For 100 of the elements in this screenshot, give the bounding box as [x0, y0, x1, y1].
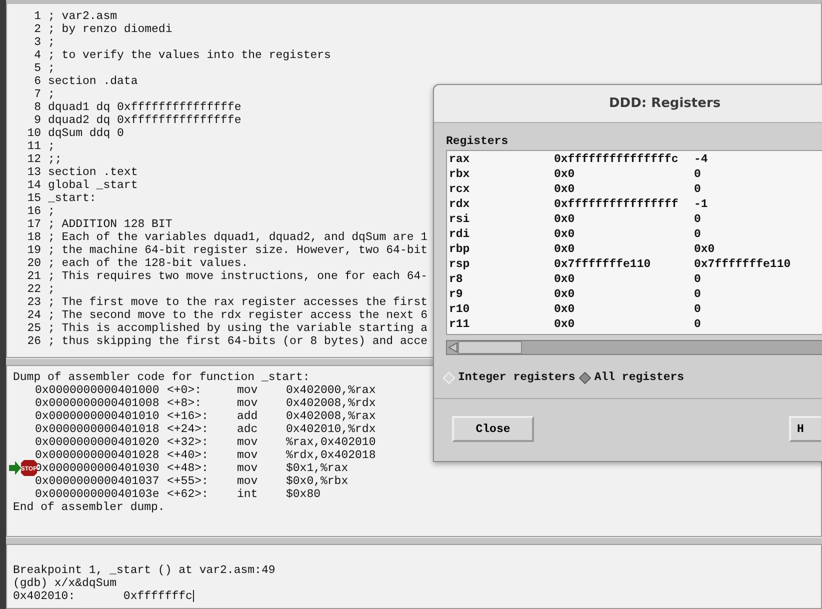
operand-text: %rax,0x402010: [286, 436, 376, 449]
register-value: 0xffffffffffffffff: [554, 197, 680, 212]
mnemonic-text: mov: [237, 436, 259, 449]
register-name: rdx: [449, 197, 471, 212]
line-number: 26: [26, 335, 42, 348]
address-text: 0x0000000000401028: [35, 449, 160, 462]
line-number: 18: [26, 231, 42, 244]
register-value: 0x0: [554, 242, 576, 257]
line-number: 13: [26, 166, 42, 179]
code-line: ; each of the 128-bit values.: [48, 257, 248, 270]
code-line: ;: [48, 62, 55, 75]
register-value: 0x0: [554, 227, 576, 242]
code-line: ; thus skipping the first 64-bits (or 8 bytes) and acce: [48, 335, 428, 348]
line-number: 17: [26, 218, 42, 231]
line-number: 12: [26, 153, 42, 166]
console-line: Breakpoint 1, _start () at var2.asm:49: [13, 564, 276, 577]
register-value: 0x0: [554, 317, 576, 332]
register-value: 0xfffffffffffffffc: [554, 152, 680, 167]
code-line: section .data: [48, 75, 138, 88]
line-number: 7: [33, 88, 42, 101]
dialog-button[interactable]: H: [789, 416, 821, 442]
operand-text: %rdx,0x402018: [286, 449, 376, 462]
offset-text: <+0>:: [167, 384, 203, 397]
code-line: ; to verify the values into the registers: [48, 49, 331, 62]
line-number: 2: [33, 23, 42, 36]
line-number: 1: [33, 10, 42, 23]
line-number: 8: [33, 101, 42, 114]
register-name: r10: [449, 302, 471, 317]
register-name: rsp: [449, 257, 471, 272]
offset-text: <+55>:: [167, 475, 210, 488]
mnemonic-text: mov: [237, 449, 259, 462]
mnemonic-text: mov: [237, 462, 259, 475]
line-number: 14: [26, 179, 42, 192]
register-name: r11: [449, 317, 471, 332]
code-line: ;: [48, 36, 55, 49]
radio-diamond-icon[interactable]: [579, 372, 592, 384]
close-button[interactable]: Close: [452, 416, 534, 442]
register-value: 0: [694, 182, 701, 197]
code-line: ; This requires two move instructions, one for each 64-: [48, 270, 428, 283]
offset-text: <+16>:: [167, 410, 210, 423]
register-value: 0x0: [554, 212, 576, 227]
assembler-header: Dump of assembler code for function _start:: [13, 371, 310, 384]
line-number: 5: [33, 62, 42, 75]
line-number: 24: [26, 309, 42, 322]
register-value: 0: [694, 317, 701, 332]
operand-text: $0x0,%rbx: [286, 475, 348, 488]
code-line: ;: [48, 283, 55, 296]
line-number: 23: [26, 296, 42, 309]
code-line: ;: [48, 140, 55, 153]
register-value: 0: [694, 227, 701, 242]
line-number: 4: [33, 49, 42, 62]
line-number: 20: [26, 257, 42, 270]
register-name: rdi: [449, 227, 471, 242]
mnemonic-text: adc: [237, 423, 259, 436]
address-text: 0x0000000000401037: [35, 475, 160, 488]
code-line: ; var2.asm: [48, 10, 118, 23]
code-line: ; the machine 64-bit register size. However, two 64-bit: [48, 244, 428, 257]
address-text: 0x0000000000401008: [35, 397, 160, 410]
code-line: ; The second move to the rdx register access the next 6: [48, 309, 428, 322]
offset-text: <+32>:: [167, 436, 210, 449]
operand-text: 0x402008,%rdx: [286, 397, 376, 410]
text-cursor-icon: [193, 590, 194, 602]
mnemonic-text: mov: [237, 397, 259, 410]
line-number: 21: [26, 270, 42, 283]
mnemonic-text: mov: [237, 384, 259, 397]
line-number: 25: [26, 322, 42, 335]
offset-text: <+24>:: [167, 423, 210, 436]
code-line: global _start: [48, 179, 138, 192]
address-text: 0x0000000000401000: [35, 384, 160, 397]
register-value: 0: [694, 287, 701, 302]
pane-sash[interactable]: [6, 537, 822, 544]
code-line: section .text: [48, 166, 138, 179]
line-number: 22: [26, 283, 42, 296]
code-line: ;;: [48, 153, 62, 166]
register-value: 0x0: [554, 302, 576, 317]
line-number: 9: [33, 114, 42, 127]
console-line: (gdb) x/x&dqSum: [13, 577, 117, 590]
list-label: Registers: [446, 134, 510, 150]
code-line: ; ADDITION 128 BIT: [48, 218, 172, 231]
scroll-thumb[interactable]: [458, 341, 522, 354]
code-line: dquad1 dq 0xfffffffffffffffe: [48, 101, 242, 114]
address-text: 0x0000000000401018: [35, 423, 160, 436]
operand-text: 0x402008,%rax: [286, 410, 376, 423]
register-value: 0: [694, 272, 701, 287]
line-number: 16: [26, 205, 42, 218]
code-line: ;: [48, 205, 55, 218]
offset-text: <+48>:: [167, 462, 210, 475]
operand-text: $0x1,%rax: [286, 462, 348, 475]
code-line: ; Each of the variables dquad1, dquad2, and dqSum are 1: [48, 231, 428, 244]
register-value: 0x0: [554, 182, 576, 197]
address-text: 0x000000000040103e: [35, 488, 160, 501]
code-line: dquad2 dq 0xfffffffffffffffe: [48, 114, 242, 127]
register-value: 0x7fffffffe110: [694, 257, 791, 272]
mnemonic-text: mov: [237, 475, 259, 488]
offset-text: <+62>:: [167, 488, 210, 501]
dialog-title: DDD: Registers: [434, 85, 822, 123]
line-number: 15: [26, 192, 42, 205]
code-line: ;: [48, 88, 55, 101]
register-value: 0: [694, 212, 701, 227]
operand-text: 0x402010,%rdx: [286, 423, 376, 436]
